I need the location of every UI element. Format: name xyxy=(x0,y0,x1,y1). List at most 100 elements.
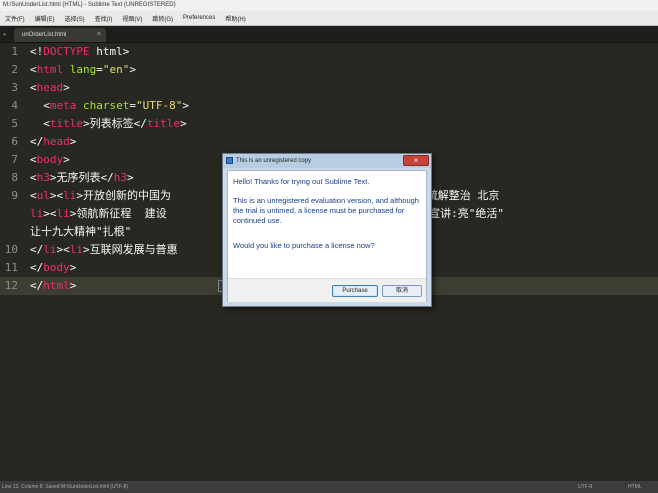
line-number: 7 xyxy=(11,153,18,166)
code-token: lang xyxy=(69,63,97,76)
code-token: li xyxy=(43,243,57,256)
menu-bar: 文件(F) 编辑(E) 选择(S) 查找(I) 视图(V) 跳转(G) Pref… xyxy=(0,11,658,26)
code-token: > xyxy=(180,117,187,130)
tab-label: unOrderList.html xyxy=(22,32,67,38)
code-token: li xyxy=(63,189,77,202)
code-token: head xyxy=(43,135,70,148)
code-token: < xyxy=(30,153,37,166)
dialog-title: This is an unregistered copy xyxy=(236,158,312,164)
window-title: M:/SunUnderList.html (HTML) - Sublime Te… xyxy=(3,2,176,8)
code-token: li xyxy=(30,207,44,220)
code-token: "UTF-8" xyxy=(135,99,183,112)
dialog-body: Hello! Thanks for trying out Sublime Tex… xyxy=(227,170,427,302)
code-token: </ xyxy=(30,261,44,274)
code-token: head xyxy=(36,81,64,94)
line-number: 1 xyxy=(11,45,18,58)
dialog-close-icon[interactable]: × xyxy=(403,155,429,166)
code-token: title xyxy=(146,117,180,130)
line-number: 11 xyxy=(4,261,18,274)
code-line[interactable]: <!DOCTYPE html> xyxy=(30,43,129,61)
menu-find[interactable]: 查找(I) xyxy=(90,14,118,23)
code-line[interactable]: </head> xyxy=(30,133,76,151)
unregistered-dialog: This is an unregistered copy × Hello! Th… xyxy=(222,153,432,307)
line-number: 12 xyxy=(4,279,18,292)
dialog-message-question: Would you like to purchase a license now… xyxy=(233,241,375,250)
status-bar: Line 12, Column 8; Saved M:\SunUnderList… xyxy=(0,481,658,493)
code-token: </ xyxy=(30,243,44,256)
code-line[interactable]: <title>列表标签</title> xyxy=(30,115,187,133)
code-token: > xyxy=(63,153,70,166)
menu-edit[interactable]: 编辑(E) xyxy=(30,14,60,23)
status-syntax[interactable]: HTML xyxy=(628,481,642,493)
code-line[interactable]: </html> xyxy=(30,277,76,295)
menu-goto[interactable]: 跳转(G) xyxy=(147,14,178,23)
code-token: charset xyxy=(83,99,130,112)
code-token: >< xyxy=(43,207,57,220)
dialog-titlebar[interactable]: This is an unregistered copy × xyxy=(223,154,431,168)
code-token: < xyxy=(30,171,37,184)
line-number: 8 xyxy=(11,171,18,184)
code-token: html xyxy=(36,63,64,76)
code-token: < xyxy=(30,63,37,76)
purchase-button[interactable]: Purchase xyxy=(332,285,378,297)
code-token: body xyxy=(43,261,70,274)
code-token: li xyxy=(56,207,70,220)
line-number: 10 xyxy=(4,243,18,256)
menu-selection[interactable]: 选择(S) xyxy=(60,14,90,23)
status-position: Line 12, Column 8; Saved M:\SunUnderList… xyxy=(2,484,128,490)
code-token: <! xyxy=(30,45,44,58)
code-token: </ xyxy=(30,279,44,292)
code-line[interactable]: </body> xyxy=(30,259,76,277)
code-token: >列表标签</ xyxy=(83,117,147,130)
code-token: < xyxy=(30,81,37,94)
code-token: < xyxy=(30,117,50,130)
line-number: 5 xyxy=(11,117,18,130)
tab-close-icon[interactable]: × xyxy=(97,28,101,42)
dialog-app-icon xyxy=(226,157,233,164)
code-line[interactable]: <html lang="en"> xyxy=(30,61,136,79)
dialog-button-row: Purchase 取消 xyxy=(228,278,426,302)
code-line[interactable]: 让十九大精神"扎根" xyxy=(30,223,131,241)
status-encoding[interactable]: UTF-8 xyxy=(578,481,592,493)
code-token: >< xyxy=(56,243,70,256)
tab-bar: unOrderList.html × xyxy=(0,26,658,43)
cancel-button[interactable]: 取消 xyxy=(382,285,422,297)
line-number: 3 xyxy=(11,81,18,94)
code-token: >< xyxy=(49,189,64,202)
code-line[interactable]: <h3>无序列表</h3> xyxy=(30,169,134,187)
code-token: > xyxy=(127,171,134,184)
line-number: 6 xyxy=(11,135,18,148)
line-number: 2 xyxy=(11,63,18,76)
code-line[interactable]: <body> xyxy=(30,151,70,169)
code-token: > xyxy=(69,135,77,148)
code-token: = xyxy=(96,63,103,76)
dialog-message-license: This is an unregistered evaluation versi… xyxy=(233,196,419,225)
code-token: >无序列表</ xyxy=(49,171,114,184)
dialog-message-greeting: Hello! Thanks for trying out Sublime Tex… xyxy=(233,177,370,186)
code-line[interactable]: <head> xyxy=(30,79,70,97)
menu-help[interactable]: 帮助(H) xyxy=(220,14,250,23)
code-token: body xyxy=(36,153,64,166)
code-line[interactable]: <meta charset="UTF-8"> xyxy=(30,97,189,115)
tab-unorderlist[interactable]: unOrderList.html × xyxy=(14,28,106,42)
code-token: h3 xyxy=(36,171,50,184)
code-token: > xyxy=(129,63,136,76)
code-token: > xyxy=(63,81,70,94)
menu-file[interactable]: 文件(F) xyxy=(0,14,30,23)
code-token: = xyxy=(129,99,136,112)
code-token: < xyxy=(30,99,50,112)
line-number: 9 xyxy=(11,189,18,202)
code-token: title xyxy=(49,117,83,130)
code-token: DOCTYPE xyxy=(43,45,90,58)
tab-scroll-left-icon[interactable]: ◂ xyxy=(2,30,10,38)
menu-view[interactable]: 视图(V) xyxy=(117,14,147,23)
window-titlebar: M:/SunUnderList.html (HTML) - Sublime Te… xyxy=(0,0,658,11)
code-token: html> xyxy=(89,45,130,58)
code-token: html xyxy=(43,279,70,292)
code-token: "en" xyxy=(102,63,130,76)
line-number: 4 xyxy=(11,99,18,112)
menu-preferences[interactable]: Preferences xyxy=(178,15,220,21)
code-token: h3 xyxy=(113,171,127,184)
